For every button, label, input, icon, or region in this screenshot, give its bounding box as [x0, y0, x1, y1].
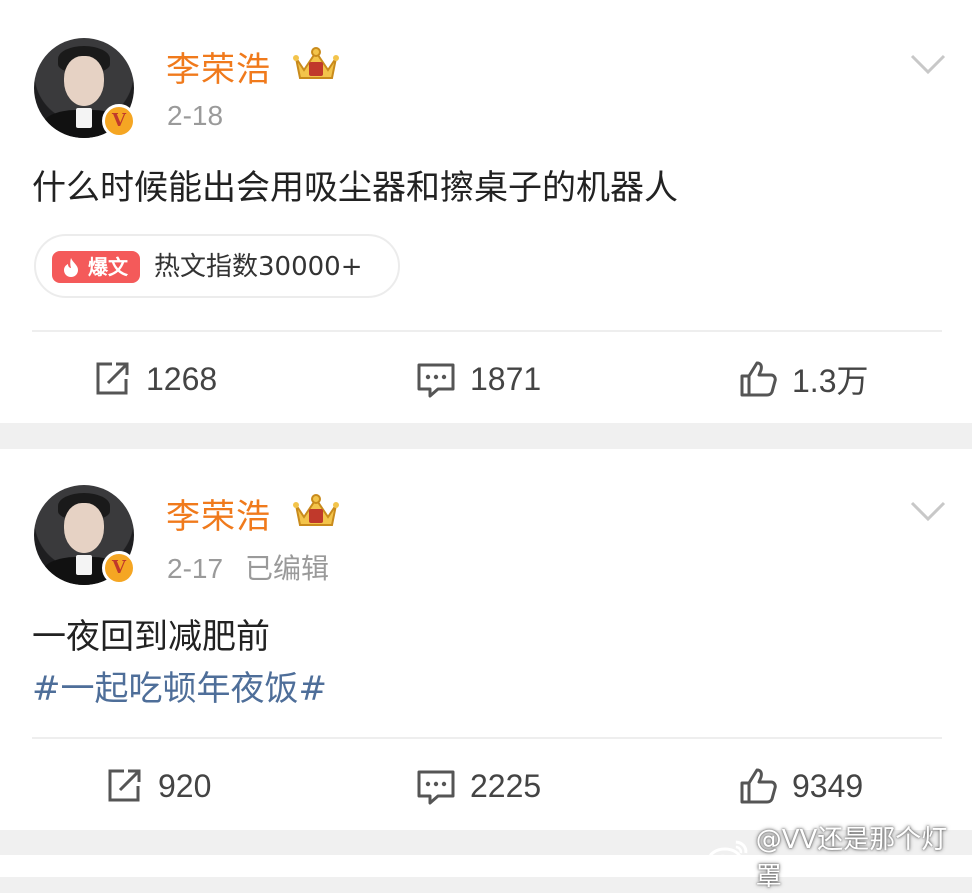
verified-badge-icon: V	[102, 104, 136, 138]
repost-count: 920	[158, 767, 212, 804]
repost-button[interactable]: 920	[104, 761, 211, 811]
weibo-logo-icon	[707, 840, 748, 873]
post-meta: 2-17 已编辑	[167, 547, 329, 587]
repost-icon	[96, 362, 129, 395]
watermark-text: @VV还是那个灯罩	[755, 825, 948, 892]
hot-badge-label: 爆文	[88, 255, 128, 279]
verified-badge-icon: V	[102, 551, 136, 585]
like-icon	[740, 361, 777, 397]
hot-index-text: 热文指数30000+	[154, 252, 363, 282]
repost-icon	[108, 769, 141, 802]
chevron-down-icon[interactable]	[908, 499, 948, 523]
hashtag-link[interactable]: #一起吃顿年夜饭#	[32, 663, 327, 715]
edited-label: 已编辑	[245, 553, 330, 584]
hot-badge: 爆文	[52, 251, 140, 283]
post-body: 一夜回到减肥前 #一起吃顿年夜饭#	[32, 611, 327, 715]
hot-index-pill[interactable]: 爆文 热文指数30000+	[34, 234, 400, 298]
fire-icon	[64, 258, 78, 277]
repost-button[interactable]: 1268	[92, 354, 217, 404]
divider	[32, 737, 942, 739]
post-meta: 2-18	[167, 100, 223, 132]
comment-count: 1871	[470, 360, 542, 397]
crown-icon	[293, 494, 339, 526]
comment-button[interactable]: 2225	[416, 761, 541, 811]
like-count: 9349	[792, 767, 864, 804]
divider	[32, 330, 942, 332]
repost-count: 1268	[146, 360, 218, 397]
username[interactable]: 李荣浩	[166, 489, 271, 538]
post-date: 2-18	[167, 100, 224, 131]
like-button[interactable]: 1.3万	[738, 354, 869, 404]
comment-icon	[417, 363, 455, 398]
username[interactable]: 李荣浩	[166, 42, 271, 91]
post-card[interactable]: V 李荣浩 2-18 什么时候能出会用吸尘器和擦桌子的机器人 爆文 热文指数30…	[0, 0, 972, 423]
watermark: @VV还是那个灯罩	[706, 825, 972, 892]
post-text: 一夜回到减肥前	[32, 617, 270, 657]
comment-count: 2225	[470, 767, 542, 804]
like-count: 1.3万	[792, 363, 869, 399]
like-icon	[740, 768, 777, 804]
like-button[interactable]: 9349	[738, 761, 863, 811]
comment-icon	[417, 770, 455, 805]
comment-button[interactable]: 1871	[416, 354, 541, 404]
crown-icon	[293, 47, 339, 79]
post-date: 2-17	[167, 553, 224, 584]
chevron-down-icon[interactable]	[908, 52, 948, 76]
post-text: 什么时候能出会用吸尘器和擦桌子的机器人	[32, 168, 678, 208]
post-card[interactable]: V 李荣浩 2-17 已编辑 一夜回到减肥前 #一起吃顿年夜饭# 920 2225	[0, 449, 972, 830]
